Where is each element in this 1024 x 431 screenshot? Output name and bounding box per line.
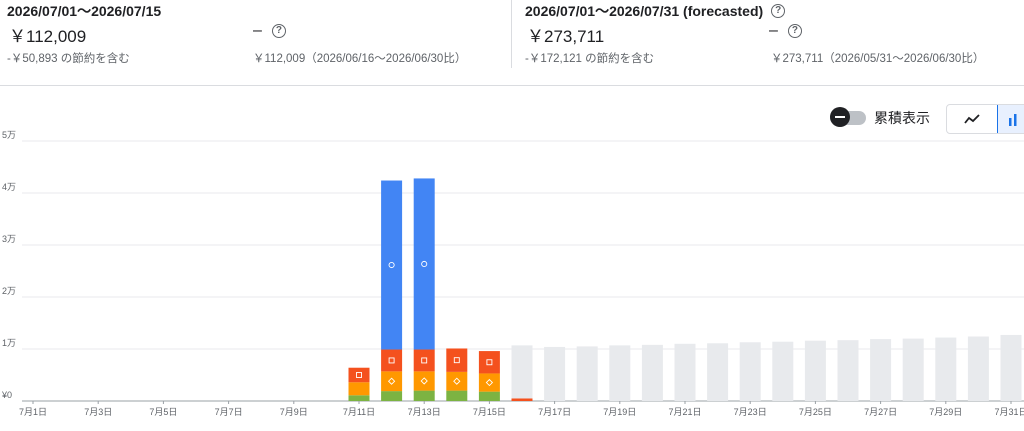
x-tick-label: 7月31日 — [994, 407, 1024, 417]
line-chart-icon — [964, 114, 980, 124]
x-tick-label: 7月17日 — [538, 407, 571, 417]
help-icon[interactable]: ? — [271, 24, 286, 38]
forecast-savings: -￥172,121 の節約を含む — [525, 53, 655, 65]
forecast-bar[interactable] — [707, 343, 729, 401]
forecast-period-label: 2026/07/01～2026/07/31 (forecasted) — [525, 3, 764, 19]
bar-segment[interactable] — [478, 373, 500, 392]
x-tick-label: 7月13日 — [408, 407, 441, 417]
forecast-bar[interactable] — [641, 344, 663, 401]
bar-segment[interactable] — [446, 390, 468, 401]
x-tick-label: 7月23日 — [734, 407, 767, 417]
toggle-knob[interactable] — [830, 107, 850, 127]
x-tick-label: 7月25日 — [799, 407, 832, 417]
forecast-bar[interactable] — [544, 346, 566, 401]
current-period-title: 2026/07/01～2026/07/15 — [7, 1, 161, 21]
forecast-bar[interactable] — [902, 338, 924, 401]
current-trend: – ? — [253, 22, 286, 40]
bar-segment[interactable] — [348, 382, 370, 396]
forecast-comparison: ￥273,711（2026/05/31～2026/06/30比） — [771, 53, 985, 65]
summary-divider — [511, 0, 512, 68]
forecast-trend-value: – — [769, 22, 778, 39]
chart-bars — [348, 178, 1022, 401]
bar-segment[interactable] — [348, 395, 370, 401]
bar-segment[interactable] — [381, 349, 403, 372]
bar-segment[interactable] — [381, 391, 403, 401]
bar-segment[interactable] — [381, 371, 403, 392]
current-period-block: 2026/07/01～2026/07/15 ￥112,009 -￥50,893 … — [7, 0, 507, 70]
cost-chart: ¥0 1万 2万 3万 4万 5万 7月1日 7月3日 7月5日 7月7日 7月9日 7月11日 7月1… — [1, 130, 1024, 417]
x-tick-label: 7月15日 — [473, 407, 506, 417]
forecast-period-block: 2026/07/01～2026/07/31 (forecasted) ? ￥27… — [525, 0, 1024, 70]
bar-segment[interactable] — [478, 391, 500, 401]
x-tick-label: 7月19日 — [603, 407, 636, 417]
bar-chart-button[interactable] — [997, 105, 1024, 133]
x-tick-label: 7月27日 — [864, 407, 897, 417]
x-tick-label: 7月7日 — [215, 407, 243, 417]
bar-segment[interactable] — [381, 180, 403, 350]
y-tick-label: 2万 — [2, 286, 16, 296]
help-icon[interactable]: ? — [787, 24, 802, 38]
x-tick-label: 7月9日 — [280, 407, 308, 417]
toggle-track[interactable] — [830, 107, 866, 127]
bar-segment[interactable] — [478, 351, 500, 374]
cumulative-toggle[interactable]: 累積表示 — [830, 107, 930, 128]
y-tick-label: ¥0 — [1, 390, 12, 400]
bar-segment[interactable] — [348, 367, 370, 383]
forecast-bar[interactable] — [837, 340, 859, 401]
forecast-bar[interactable] — [511, 345, 533, 399]
forecast-bar[interactable] — [739, 342, 761, 401]
x-tick-label: 7月3日 — [84, 407, 112, 417]
y-tick-label: 5万 — [2, 130, 16, 140]
forecast-bar[interactable] — [804, 340, 826, 401]
bar-segment[interactable] — [413, 349, 435, 372]
current-trend-value: – — [253, 22, 262, 39]
forecast-bar[interactable] — [1000, 334, 1022, 401]
forecast-period-title: 2026/07/01～2026/07/31 (forecasted) ? — [525, 1, 786, 21]
forecast-bar[interactable] — [609, 345, 631, 401]
forecast-bar[interactable] — [576, 346, 598, 401]
forecast-amount: ￥273,711 — [527, 27, 605, 46]
forecast-bar[interactable] — [674, 343, 696, 401]
bar-chart-icon — [1008, 114, 1016, 126]
forecast-bar[interactable] — [772, 341, 794, 401]
forecast-trend: – ? — [769, 22, 802, 40]
y-tick-label: 4万 — [2, 182, 16, 192]
current-period-label: 2026/07/01～2026/07/15 — [7, 3, 162, 19]
forecast-bar[interactable] — [870, 339, 892, 401]
bar-segment[interactable] — [446, 371, 468, 391]
current-comparison: ￥112,009（2026/06/16～2026/06/30比） — [253, 53, 467, 65]
help-icon[interactable]: ? — [771, 4, 786, 18]
bar-segment[interactable] — [446, 348, 468, 372]
bar-segment[interactable] — [413, 390, 435, 401]
bar-segment[interactable] — [413, 371, 435, 391]
x-tick-label: 7月11日 — [343, 407, 375, 417]
x-tick-label: 7月21日 — [668, 407, 701, 417]
bar-segment[interactable] — [413, 178, 435, 350]
y-tick-label: 1万 — [2, 338, 16, 348]
x-tick-label: 7月5日 — [149, 407, 177, 417]
line-chart-button[interactable] — [947, 105, 997, 133]
forecast-bar[interactable] — [935, 337, 957, 401]
summary-panel: 2026/07/01～2026/07/15 ￥112,009 -￥50,893 … — [0, 0, 1024, 86]
current-amount: ￥112,009 — [9, 27, 87, 46]
x-tick-label: 7月29日 — [929, 407, 962, 417]
cumulative-label: 累積表示 — [874, 110, 930, 126]
bar-segment[interactable] — [511, 398, 533, 401]
y-tick-label: 3万 — [2, 234, 16, 244]
forecast-bar[interactable] — [967, 336, 989, 401]
x-tick-label: 7月1日 — [19, 407, 47, 417]
current-savings: -￥50,893 の節約を含む — [7, 53, 130, 65]
